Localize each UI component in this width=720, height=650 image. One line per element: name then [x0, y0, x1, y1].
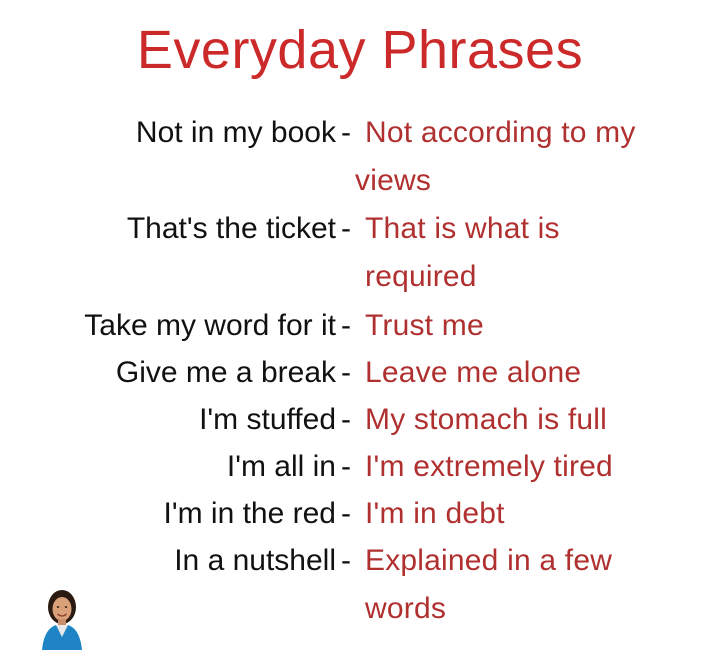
phrase-row: Give me a break - Leave me alone: [0, 351, 720, 398]
phrase-meaning: I'm extremely tired: [365, 445, 695, 489]
separator-dash: -: [341, 403, 351, 436]
phrase-text: I'm in the red: [163, 497, 336, 530]
phrase-row: Take my word for it - Trust me: [0, 304, 720, 351]
separator-dash: -: [341, 116, 351, 149]
separator-dash: -: [341, 309, 351, 342]
phrase-row: I'm in the red - I'm in debt: [0, 492, 720, 539]
meaning-line: views: [355, 164, 432, 197]
phrase-row: In a nutshell - Explained in a few words: [0, 539, 720, 635]
phrase-text: In a nutshell: [174, 544, 336, 577]
phrase-text: Not in my book: [135, 116, 336, 149]
separator-dash: -: [341, 544, 351, 577]
phrase-row: I'm all in - I'm extremely tired: [0, 445, 720, 492]
phrase-text: I'm all in: [226, 450, 336, 483]
phrase-meaning: My stomach is full: [365, 398, 695, 442]
meaning-line: words: [365, 592, 447, 625]
separator-dash: -: [341, 497, 351, 530]
phrase-meaning: That is what is required: [365, 207, 695, 299]
separator-dash: -: [341, 356, 351, 389]
avatar-icon: [42, 590, 82, 650]
phrase-text: Take my word for it: [84, 309, 336, 342]
phrase-text: I'm stuffed: [199, 403, 336, 436]
phrase-meaning: Explained in a few words: [365, 539, 695, 631]
page-title: Everyday Phrases: [136, 20, 584, 80]
meaning-line: Explained in a few: [365, 544, 613, 577]
phrase-text: That's the ticket: [126, 212, 336, 245]
meaning-line: Not according to my: [365, 116, 636, 149]
meaning-line: Leave me alone: [365, 356, 582, 389]
meaning-line: That is what is: [365, 212, 560, 245]
meaning-line: I'm in debt: [365, 497, 505, 530]
phrase-meaning: Not according to my views: [355, 111, 695, 203]
meaning-line: required: [365, 260, 477, 293]
separator-dash: -: [341, 450, 351, 483]
phrase-row: That's the ticket - That is what is requ…: [0, 207, 720, 304]
phrase-meaning: I'm in debt: [365, 492, 695, 536]
phrase-row: I'm stuffed - My stomach is full: [0, 398, 720, 445]
phrase-list: Not in my book - Not according to my vie…: [0, 111, 720, 635]
meaning-line: My stomach is full: [365, 403, 607, 436]
separator-dash: -: [341, 212, 351, 245]
phrase-meaning: Trust me: [365, 304, 695, 348]
phrase-row: Not in my book - Not according to my vie…: [0, 111, 720, 207]
meaning-line: I'm extremely tired: [365, 450, 613, 483]
phrase-text: Give me a break: [115, 356, 336, 389]
phrase-meaning: Leave me alone: [365, 351, 695, 395]
meaning-line: Trust me: [365, 309, 484, 342]
